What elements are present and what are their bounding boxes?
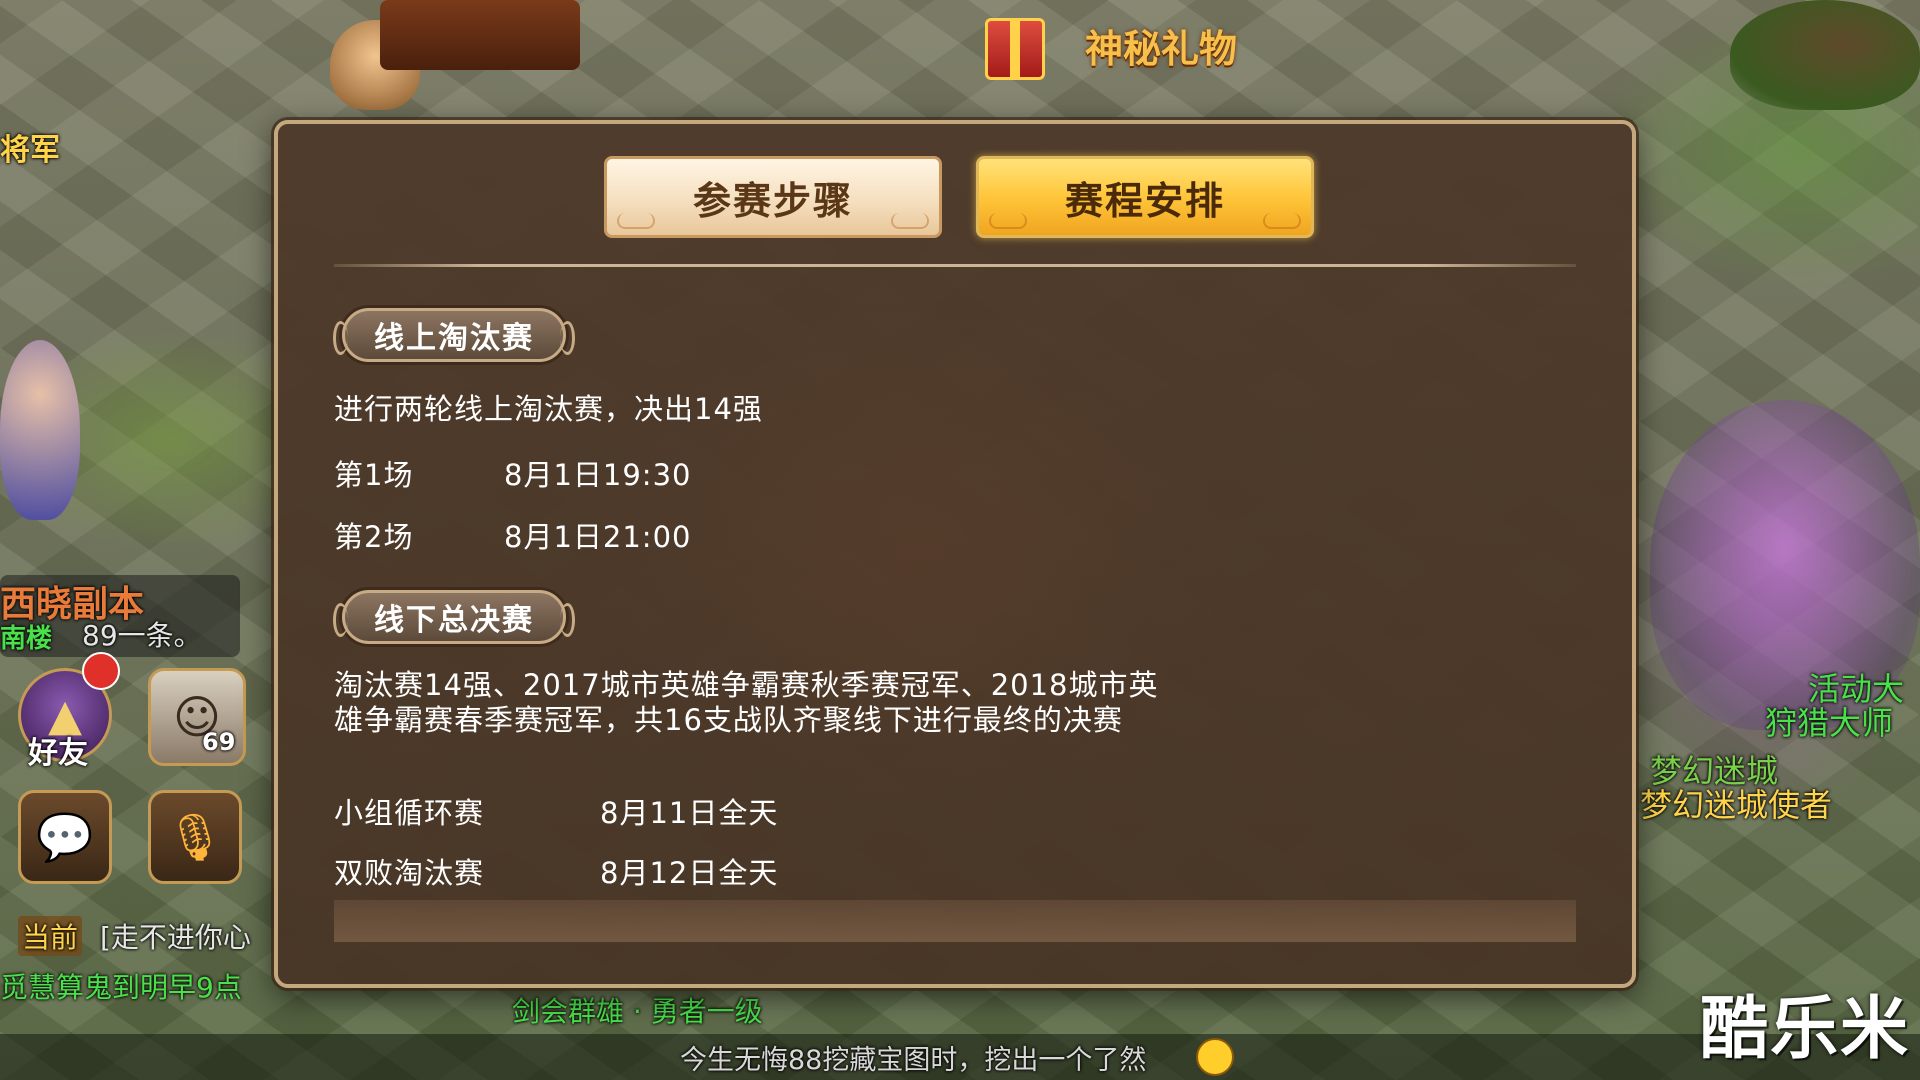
chat-channel-current[interactable]: 当前 [18,916,83,956]
offline-description-line-1: 淘汰赛14强、2017城市英雄争霸赛秋季赛冠军、2018城市英 [334,668,1159,702]
header-divider [334,264,1576,267]
offline-description-line-2: 雄争霸赛春季赛冠军，共16支战队齐聚线下进行最终的决赛 [334,703,1123,737]
round-2-name: 第2场 [334,520,414,554]
cloud-ornament-icon [891,213,929,229]
section-title-online-elimination-text: 线上淘汰赛 [374,321,534,356]
tree [1730,0,1920,110]
stage-2-name: 双败淘汰赛 [334,856,485,890]
round-1-name: 第1场 [334,458,414,492]
npc-name-label: 将军 [0,133,60,168]
cloud-ornament-icon [617,213,655,229]
stage-1-name: 小组循环赛 [334,796,485,830]
left-character[interactable] [0,340,80,520]
chat-button[interactable]: 💬 [18,790,112,884]
chat-line-1: [走不进你心 [100,921,251,954]
round-1-time: 8月1日19:30 [504,458,692,492]
chat-line-4: 今生无悔88挖藏宝图时，挖出一个了然 [680,1045,1147,1076]
tab-registration-steps-label: 参赛步骤 [692,178,853,223]
friends-notification-dot [82,652,120,690]
offline-description: 淘汰赛14强、2017城市英雄争霸赛秋季赛冠军、2018城市英 雄争霸赛春季赛冠… [334,668,1234,738]
right-label-maze-envoy[interactable]: 梦幻迷城使者 [1640,780,1832,826]
stage-2-time: 8月12日全天 [600,856,779,890]
section-title-online-elimination: 线上淘汰赛 [333,308,575,362]
section-title-offline-finals-text: 线下总决赛 [374,603,534,638]
weapon-stall [380,0,580,70]
friends-label[interactable]: 好友 [28,728,88,772]
chat-line-3: 剑会群雄 · 勇者一级 [512,995,763,1028]
hud-count-text: 89一条。 [82,619,202,652]
chat-line-2: 觅慧算鬼到明早9点 [0,971,242,1004]
online-description: 进行两轮线上淘汰赛，决出14强 [334,392,763,426]
microphone-icon: 🎙 [165,809,225,864]
chat-bubble-icon: 💬 [36,809,94,864]
tab-registration-steps[interactable]: 参赛步骤 [604,156,942,238]
tab-schedule[interactable]: 赛程安排 [976,156,1314,238]
avatar-level: 69 [202,728,236,756]
cloud-ornament-icon [1263,213,1301,229]
competition-info-modal: 参赛步骤 赛程安排 线上淘汰赛 进行两轮线上淘汰赛，决出14强 第1场 8月1日… [274,120,1636,988]
stage-1-time: 8月11日全天 [600,796,779,830]
tab-schedule-label: 赛程安排 [1064,178,1225,223]
round-2-time: 8月1日21:00 [504,520,692,554]
gift-box-icon[interactable] [985,18,1045,80]
smile-emoji-icon [1196,1038,1234,1076]
mystery-gift-label[interactable]: 神秘礼物 [1085,18,1237,73]
hud-count-prefix: 南楼 [0,624,53,654]
watermark-logo: 酷乐米 [1699,990,1910,1069]
right-label-hunter[interactable]: 狩猎大师 [1765,698,1893,744]
modal-footer-strip [334,900,1576,942]
cloud-ornament-icon [989,213,1027,229]
voice-button[interactable]: 🎙 [148,790,242,884]
section-title-offline-finals: 线下总决赛 [333,590,575,644]
